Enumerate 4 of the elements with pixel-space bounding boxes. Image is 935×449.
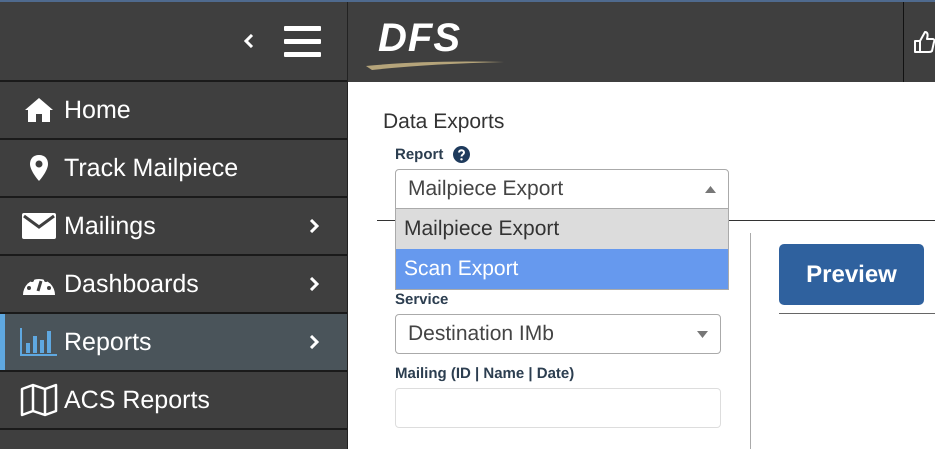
field-label: Report	[395, 146, 444, 163]
field-label: Mailing (ID | Name | Date)	[395, 365, 576, 382]
page-title: Data Exports	[383, 110, 506, 134]
field-label: Service	[395, 291, 450, 308]
